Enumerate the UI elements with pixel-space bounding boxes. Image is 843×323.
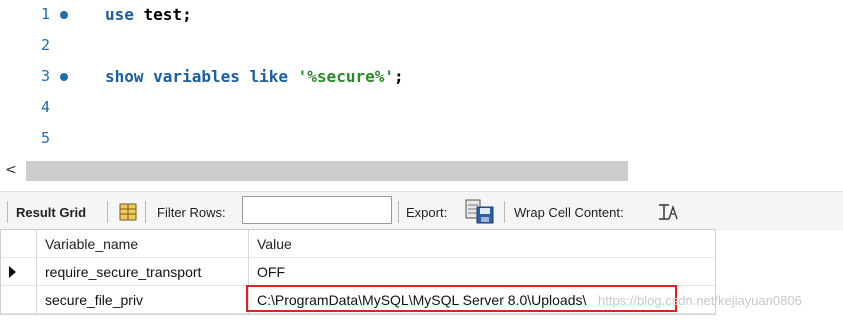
current-row-arrow-icon — [9, 266, 16, 278]
code-line[interactable]: 4 — [0, 93, 843, 123]
line-number: 5 — [40, 129, 50, 147]
grid-header-row: Variable_name Value — [1, 230, 717, 258]
scroll-left-icon[interactable]: < — [5, 162, 17, 178]
watermark: https://blog.csdn.net/kejiayuan0806 — [598, 293, 802, 308]
toolbar-separator — [107, 201, 108, 223]
code-token: '%secure%' — [297, 67, 394, 86]
cell-variable-name[interactable]: require_secure_transport — [37, 258, 249, 286]
code-text: show variables like '%secure%'; — [105, 67, 404, 86]
scrollbar-thumb[interactable] — [26, 161, 628, 181]
code-text: use test; — [105, 5, 192, 24]
horizontal-scrollbar[interactable]: < — [0, 160, 843, 182]
export-button[interactable] — [465, 192, 495, 232]
code-line[interactable]: 3 show variables like '%secure%'; — [0, 62, 843, 92]
code-token: ; — [182, 5, 192, 24]
toolbar-separator — [398, 201, 399, 223]
code-token: show variables like — [105, 67, 298, 86]
code-line[interactable]: 1 use test; — [0, 0, 843, 30]
cell-variable-name[interactable]: secure_file_priv — [37, 286, 249, 314]
code-line[interactable]: 5 — [0, 124, 843, 154]
export-label: Export: — [406, 204, 448, 220]
sql-editor[interactable]: 1 use test; 2 3 show variables like '%secure… — [0, 0, 843, 160]
result-toolbar: Result Grid Filter Rows: Export: Wrap Ce… — [0, 191, 843, 231]
export-save-icon — [465, 199, 494, 224]
code-line[interactable]: 2 — [0, 31, 843, 61]
wrap-text-icon — [659, 204, 678, 220]
toolbar-separator — [504, 201, 505, 223]
statement-marker-icon — [60, 11, 68, 19]
table-row[interactable]: require_secure_transport OFF — [1, 258, 717, 286]
line-number: 4 — [40, 98, 50, 116]
code-token: test — [143, 5, 183, 24]
row-marker — [1, 286, 37, 314]
filter-rows-label: Filter Rows: — [157, 204, 226, 220]
toolbar-separator — [7, 201, 8, 223]
wrap-cell-button[interactable] — [657, 192, 679, 232]
cell-value[interactable]: OFF — [249, 258, 717, 286]
line-number: 1 — [40, 5, 50, 23]
filter-rows-input[interactable] — [242, 196, 392, 224]
toolbar-separator — [145, 201, 146, 223]
grid-layout-icon — [119, 203, 137, 221]
line-number: 2 — [40, 36, 50, 54]
column-header-variable-name[interactable]: Variable_name — [37, 230, 249, 258]
line-number: 3 — [40, 67, 50, 85]
code-token: use — [105, 5, 144, 24]
wrap-cell-label: Wrap Cell Content: — [514, 204, 624, 220]
column-header-value[interactable]: Value — [249, 230, 717, 258]
statement-marker-icon — [60, 73, 68, 81]
grid-layout-button[interactable] — [118, 192, 138, 232]
row-marker — [1, 258, 37, 286]
row-marker-header — [1, 230, 37, 258]
result-grid-tab[interactable]: Result Grid — [16, 192, 86, 232]
code-token: ; — [393, 67, 404, 86]
